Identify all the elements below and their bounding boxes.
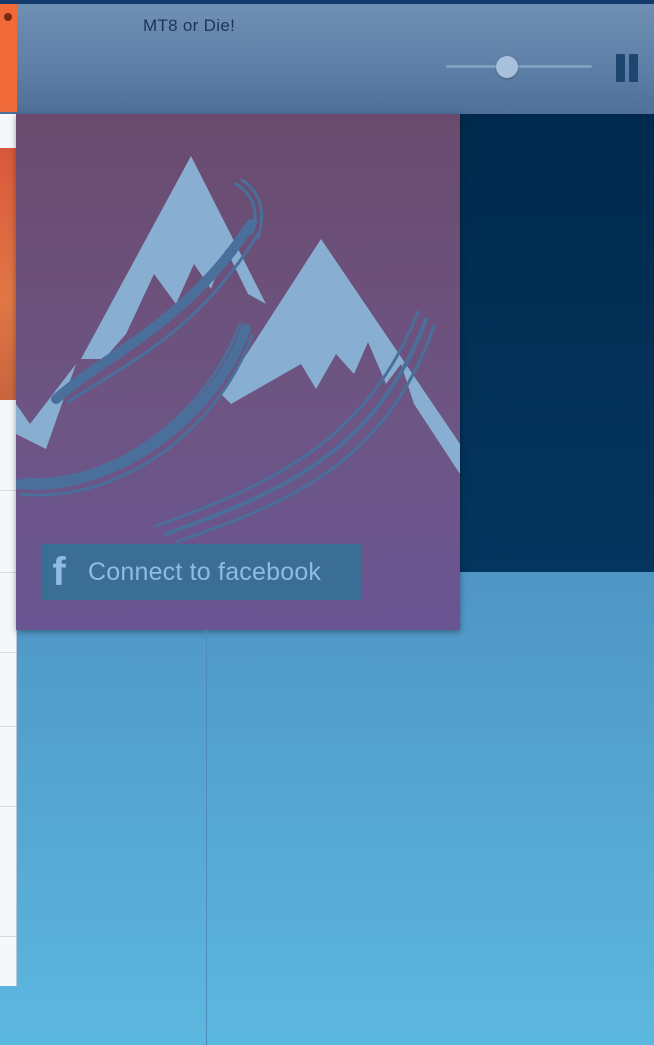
list-divider [0, 936, 16, 937]
app-window: MT8 or Die! f Connect to facebook [0, 0, 654, 1045]
list-divider [0, 572, 16, 573]
pause-button[interactable] [614, 54, 640, 82]
list-divider [0, 652, 16, 653]
volume-slider-track[interactable] [446, 65, 592, 68]
facebook-icon: f [52, 549, 66, 594]
info-panel [460, 114, 654, 572]
song-title: MT8 or Die! [143, 16, 236, 35]
volume-slider-knob[interactable] [496, 56, 519, 78]
connect-facebook-label: Connect to facebook [88, 557, 322, 586]
track-list-panel [0, 114, 17, 986]
list-divider [0, 490, 16, 491]
close-icon [4, 13, 12, 21]
album-art-thumbnail [0, 148, 16, 400]
connect-facebook-button[interactable]: f Connect to facebook [42, 544, 362, 600]
pause-icon [616, 54, 625, 82]
list-divider [0, 806, 16, 807]
player-header: MT8 or Die! [0, 0, 654, 114]
sidebar-corner-button[interactable] [0, 4, 17, 112]
list-divider [0, 726, 16, 727]
column-divider [206, 630, 207, 1045]
pause-icon-bar [629, 54, 638, 82]
